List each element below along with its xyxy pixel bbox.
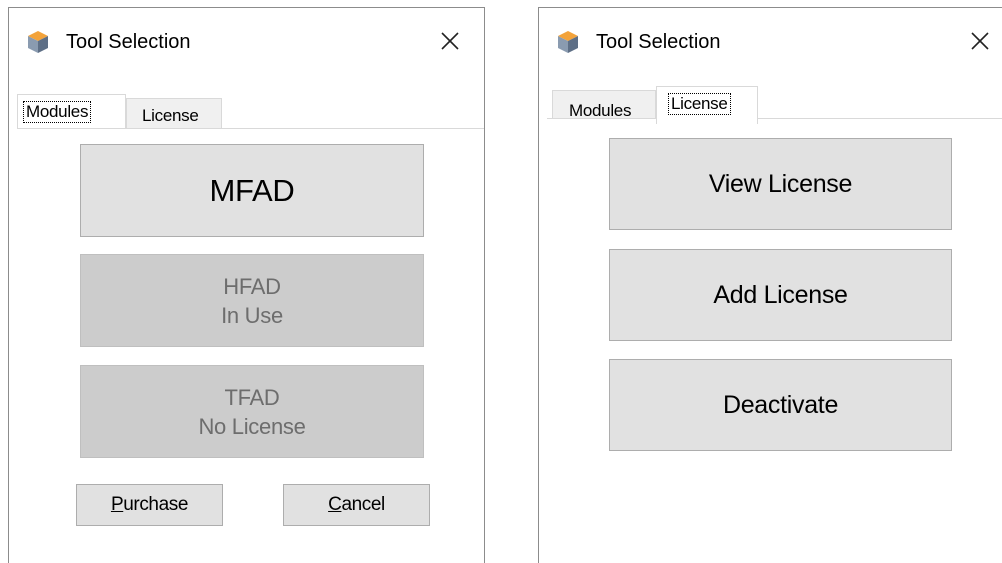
view-license-button[interactable]: View License xyxy=(609,138,952,230)
tab-modules[interactable]: Modules xyxy=(17,94,126,128)
window-title: Tool Selection xyxy=(66,31,191,53)
tool-selection-window-license: Tool Selection Modules License View Lice… xyxy=(538,7,1002,563)
hfad-button[interactable]: HFAD In Use xyxy=(80,254,424,347)
purchase-label: Purchase xyxy=(110,494,189,515)
close-icon xyxy=(441,32,459,50)
title-bar[interactable]: Tool Selection xyxy=(539,8,1002,76)
mfad-button[interactable]: MFAD xyxy=(80,144,424,237)
cancel-label: Cancel xyxy=(328,494,385,515)
close-icon xyxy=(971,32,989,50)
close-button[interactable] xyxy=(438,30,462,54)
deactivate-button[interactable]: Deactivate xyxy=(609,359,952,451)
tool-selection-window-modules: Tool Selection Modules License MFAD HFAD… xyxy=(8,7,485,563)
modules-panel: MFAD HFAD In Use TFAD No License Purchas… xyxy=(17,128,484,563)
cancel-button[interactable]: Cancel xyxy=(283,484,430,526)
tab-license[interactable]: License xyxy=(656,86,758,124)
cube-icon xyxy=(557,30,579,54)
title-bar[interactable]: Tool Selection xyxy=(9,8,484,76)
add-license-button[interactable]: Add License xyxy=(609,249,952,341)
tfad-button[interactable]: TFAD No License xyxy=(80,365,424,458)
purchase-button[interactable]: Purchase xyxy=(76,484,223,526)
cube-icon xyxy=(27,30,49,54)
tab-strip: Modules License xyxy=(17,84,484,128)
close-button[interactable] xyxy=(968,30,992,54)
window-title: Tool Selection xyxy=(596,31,721,53)
license-panel: View License Add License Deactivate xyxy=(547,118,1002,563)
tab-license[interactable]: License xyxy=(126,98,222,128)
